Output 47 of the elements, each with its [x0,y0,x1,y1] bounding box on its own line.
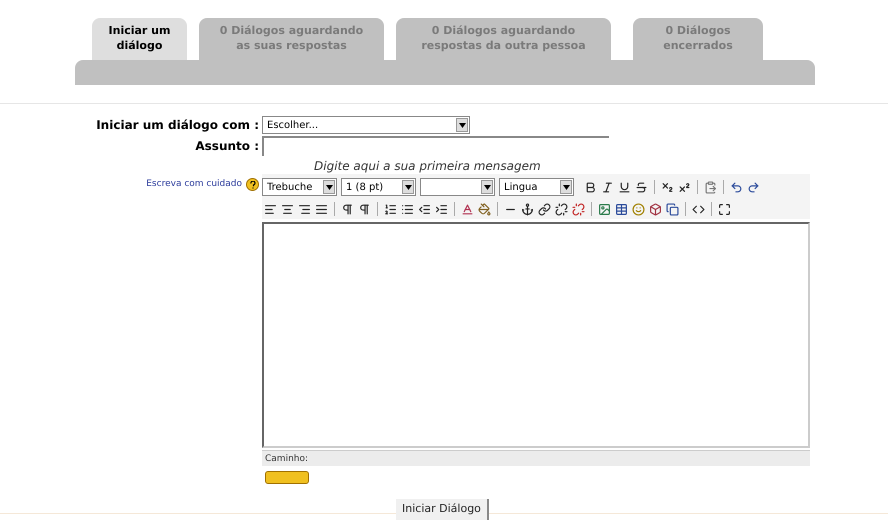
table-icon[interactable] [615,202,628,216]
paste-icon[interactable] [704,180,717,194]
anchor-icon[interactable] [521,202,534,216]
text-color-icon[interactable] [461,202,474,216]
undo-icon[interactable] [730,180,743,194]
subscript-icon[interactable] [661,180,674,194]
subject-input[interactable] [262,136,609,156]
help-icon[interactable] [246,178,259,192]
message-hint: Digite aqui a sua primeira mensagem [314,158,542,174]
tab[interactable]: Iniciar um diálogo [92,18,187,60]
cube-icon[interactable] [649,202,662,216]
align-justify-icon[interactable] [315,202,328,216]
style-select[interactable] [420,178,495,196]
redo-icon[interactable] [747,180,760,194]
size-select[interactable]: 1 (8 pt) [341,178,416,196]
highlight-color-icon[interactable] [478,202,491,216]
bold-icon[interactable] [584,180,597,194]
outdent-icon[interactable] [418,202,431,216]
start-dialog-button[interactable]: Iniciar Diálogo [396,499,489,520]
align-right-icon[interactable] [298,202,311,216]
recipient-label: Iniciar um diálogo com : [96,117,259,134]
align-left-icon[interactable] [264,202,277,216]
align-center-icon[interactable] [281,202,294,216]
image-icon[interactable] [598,202,611,216]
strikethrough-icon[interactable] [635,180,648,194]
recipient-select[interactable]: Escolher... [262,116,470,134]
copy-icon[interactable] [666,202,679,216]
ltr-icon[interactable] [341,202,354,216]
help-badge-icon[interactable] [265,471,309,484]
superscript-icon[interactable] [678,180,691,194]
smiley-icon[interactable] [632,202,645,216]
code-icon[interactable] [692,202,705,216]
indent-icon[interactable] [435,202,448,216]
italic-icon[interactable] [601,180,614,194]
font-select[interactable]: Trebuche [262,178,337,196]
language-select[interactable]: Lingua [499,178,574,196]
subject-label: Assunto : [195,138,259,155]
fullscreen-icon[interactable] [718,202,731,216]
unlink-icon[interactable] [555,202,568,216]
rtl-icon[interactable] [358,202,371,216]
link-icon[interactable] [538,202,551,216]
help-link[interactable]: Escreva com cuidado [146,178,242,192]
bullet-list-icon[interactable] [401,202,414,216]
ordered-list-icon[interactable] [384,202,397,216]
path-bar: Caminho: [262,450,810,466]
underline-icon[interactable] [618,180,631,194]
remove-link-icon[interactable] [572,202,585,216]
